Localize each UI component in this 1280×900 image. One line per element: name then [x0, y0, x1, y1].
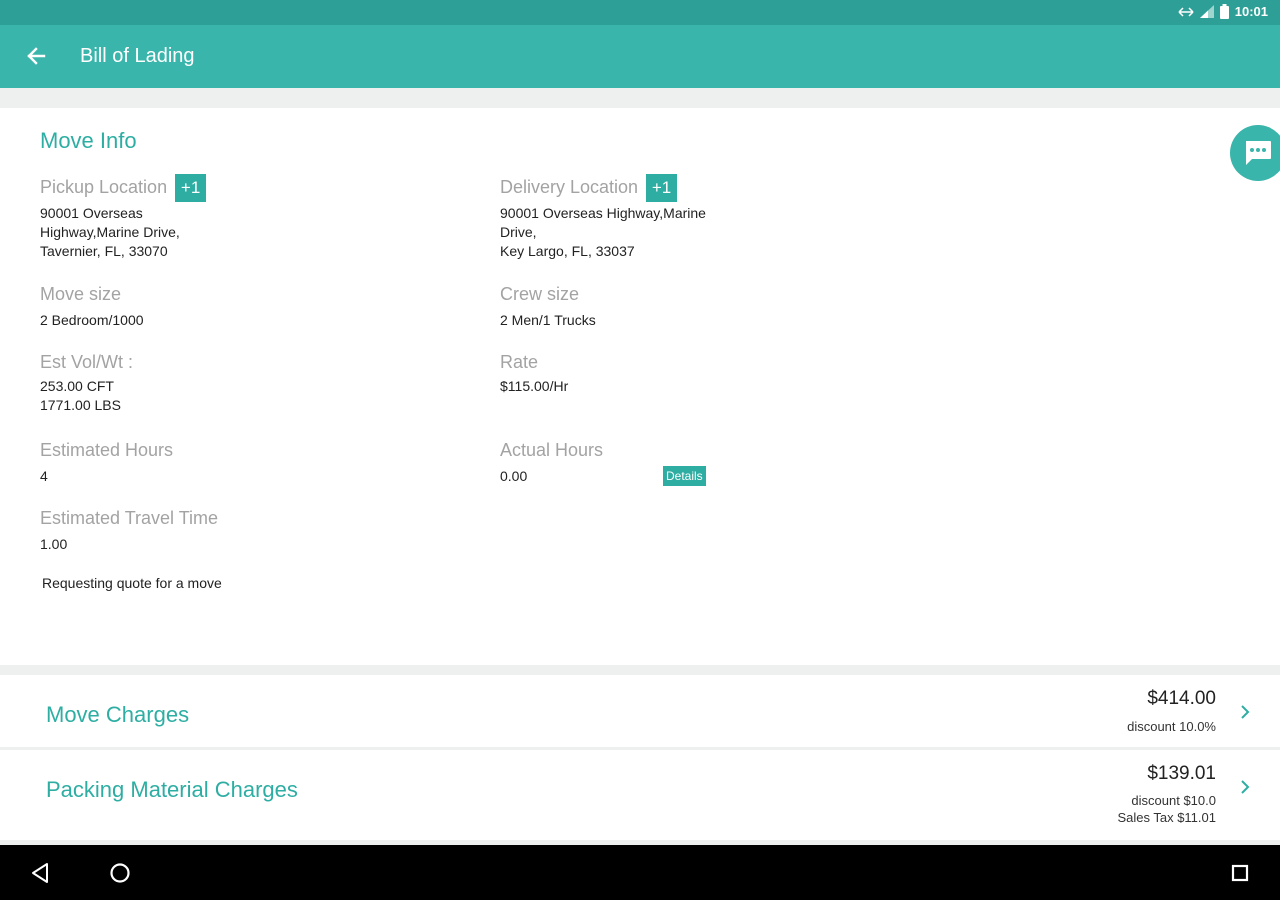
details-button[interactable]: Details — [663, 466, 706, 486]
delivery-location-field: Delivery Location +1 90001 Overseas Highw… — [500, 174, 706, 261]
delivery-location-value: 90001 Overseas Highway,Marine Drive, Key… — [500, 205, 706, 259]
back-arrow-icon[interactable] — [26, 46, 46, 66]
actual-hours-field: Actual Hours 0.00 — [500, 439, 603, 486]
chat-button[interactable] — [1230, 125, 1280, 181]
app-bar-title: Bill of Lading — [80, 45, 195, 67]
crew-size-value: 2 Men/1 Trucks — [500, 312, 596, 328]
navigation-bar — [0, 845, 1280, 900]
est-vol-field: Est Vol/Wt : 253.00 CFT 1771.00 LBS — [40, 351, 133, 415]
pickup-location-field: Pickup Location +1 90001 Overseas Highway… — [40, 174, 207, 261]
packing-charges-tax: Sales Tax $11.01 — [1117, 810, 1216, 825]
rate-field: Rate $115.00/Hr — [500, 351, 568, 396]
move-size-label: Move size — [40, 284, 122, 304]
data-transfer-icon — [1178, 6, 1194, 17]
move-size-value: 2 Bedroom/1000 — [40, 312, 144, 328]
packing-charges-amount: $139.01 — [1147, 763, 1216, 784]
move-charges-discount: discount 10.0% — [1127, 719, 1216, 734]
nav-home-icon[interactable] — [109, 862, 131, 884]
packing-charges-discount: discount $10.0 — [1131, 793, 1216, 808]
estimated-hours-label: Estimated Hours — [40, 440, 174, 460]
app-bar: Bill of Lading — [0, 25, 1280, 88]
actual-hours-value: 0.00 — [500, 468, 528, 484]
move-note: Requesting quote for a move — [42, 575, 222, 591]
move-charges-amount: $414.00 — [1147, 688, 1216, 709]
nav-back-icon[interactable] — [30, 862, 50, 884]
est-vol-value: 253.00 CFT 1771.00 LBS — [40, 378, 121, 413]
estimated-travel-label: Estimated Travel Time — [40, 508, 219, 528]
actual-hours-label: Actual Hours — [500, 440, 604, 460]
move-info-card: Move Info Pickup Location +1 90001 Overse… — [0, 108, 1280, 665]
nav-recents-icon[interactable] — [1231, 864, 1249, 882]
packing-charges-title: Packing Material Charges — [46, 777, 298, 802]
estimated-travel-value: 1.00 — [40, 536, 68, 552]
move-info-title: Move Info — [40, 128, 137, 153]
chevron-right-icon — [1241, 780, 1250, 794]
crew-size-field: Crew size 2 Men/1 Trucks — [500, 283, 596, 330]
chevron-right-icon — [1241, 705, 1250, 719]
crew-size-label: Crew size — [500, 284, 580, 304]
delivery-extra-badge[interactable]: +1 — [646, 174, 678, 202]
status-bar: 10:01 — [0, 0, 1280, 25]
estimated-travel-field: Estimated Travel Time 1.00 — [40, 507, 218, 554]
est-vol-label: Est Vol/Wt : — [40, 352, 134, 372]
packing-charges-row[interactable]: Packing Material Charges $139.01 discoun… — [0, 750, 1280, 840]
pickup-location-label: Pickup Location — [40, 176, 168, 197]
pickup-location-value: 90001 Overseas Highway,Marine Drive, Tav… — [40, 205, 180, 259]
delivery-location-label: Delivery Location — [500, 176, 639, 197]
chat-bubble-icon — [1246, 141, 1271, 165]
rate-label: Rate — [500, 352, 539, 372]
estimated-hours-field: Estimated Hours 4 — [40, 439, 173, 486]
battery-icon — [1219, 4, 1229, 19]
status-icons: 10:01 — [1178, 4, 1268, 19]
status-time: 10:01 — [1234, 4, 1268, 19]
rate-value: $115.00/Hr — [500, 378, 569, 394]
move-charges-row[interactable]: Move Charges $414.00 discount 10.0% — [0, 675, 1280, 747]
move-size-field: Move size 2 Bedroom/1000 — [40, 283, 144, 330]
pickup-extra-badge[interactable]: +1 — [175, 174, 207, 202]
estimated-hours-value: 4 — [40, 468, 48, 484]
move-charges-title: Move Charges — [46, 702, 190, 727]
signal-icon — [1199, 5, 1214, 18]
